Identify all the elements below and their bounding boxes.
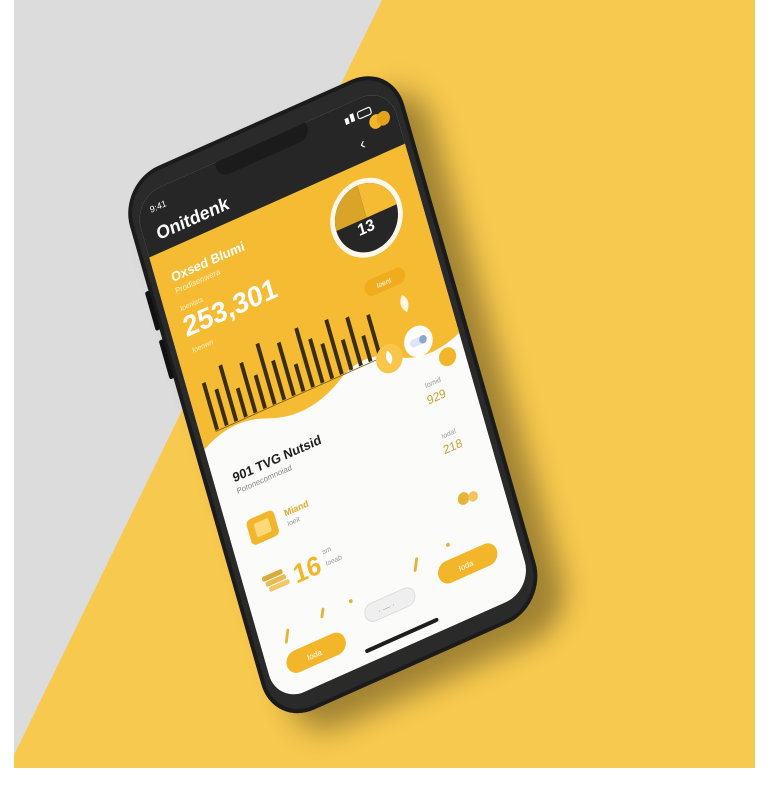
product-mockup-scene: 9:41 Onitdenk ‹ Oxsed Blumi Prodisenwera… — [14, 0, 755, 768]
